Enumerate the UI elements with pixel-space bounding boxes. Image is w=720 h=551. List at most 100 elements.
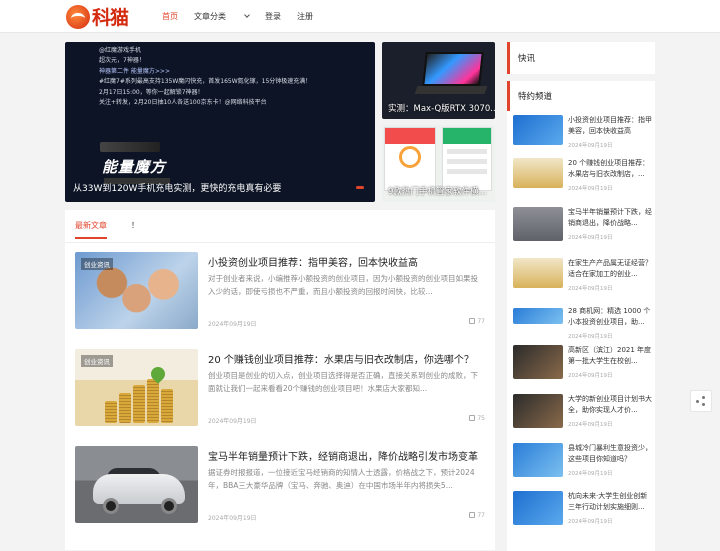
channel-date: 2024年09月19日 [568, 286, 613, 292]
channel-item[interactable]: 宝马半年销量预计下跌，经销商退出，降价战略... 2024年09月19日 [513, 207, 653, 247]
list-tabs: 最新文章 ！ [75, 220, 139, 239]
article-date: 2024年09月19日 [208, 321, 257, 328]
article-title[interactable]: 20 个赚钱创业项目推荐：水果店与旧衣改制店，你选哪个？ [208, 351, 474, 366]
featured-card-apps[interactable]: 9款热门手机管家软件横... [382, 125, 495, 202]
channel-title[interactable]: 宝马半年销量预计下跌，经销商退出，降价战略... [568, 207, 652, 228]
channel-thumbnail[interactable] [513, 491, 563, 525]
list-item[interactable]: 宝马半年销量预计下跌，经销商退出，降价战略引发市场变革 据证券时报报道，一位接近… [75, 446, 485, 524]
phone-screenshot [442, 127, 492, 191]
share-icon [696, 396, 706, 406]
poster-line: 超次元，7神器！ [99, 57, 145, 65]
channel-title[interactable]: 小投资创业项目推荐：指甲美容，回本快收益高 [568, 115, 652, 136]
nav-login[interactable]: 登录 [265, 11, 281, 22]
slider-indicator[interactable] [356, 186, 364, 189]
share-button[interactable] [690, 390, 712, 412]
channel-thumbnail[interactable] [513, 115, 563, 145]
article-thumbnail[interactable]: 创业资讯 [75, 252, 198, 329]
like-value: 77 [477, 318, 485, 325]
tabs-divider [65, 242, 495, 243]
laptop-base-image [414, 86, 488, 94]
list-item[interactable]: 创业资讯 小投资创业项目推荐：指甲美容，回本快收益高 对于创业者来说，小编推荐小… [75, 252, 485, 330]
nav-category[interactable]: 文章分类 [194, 11, 250, 22]
channel-item[interactable]: 县城冷门暴利生意投资少，这些项目你知道吗？ 2024年09月19日 [513, 443, 653, 483]
poster-line: 神器第二件 能量魔方>>> [99, 67, 170, 75]
article-summary: 据证券时报报道，一位接近宝马经销商的知情人士透露，价格战之下，预计2024年，B… [208, 468, 475, 490]
channel-thumbnail[interactable] [513, 158, 563, 188]
article-thumbnail[interactable]: 创业资讯 [75, 349, 198, 426]
featured-card-caption: 9款热门手机管家软件横... [388, 187, 487, 197]
channel-date: 2024年09月19日 [568, 186, 613, 192]
poster-title: 能量魔方 [102, 158, 167, 176]
article-thumbnail[interactable] [75, 446, 198, 523]
featured-card-laptop[interactable]: 实测：Max-Q版RTX 3070... [382, 42, 495, 119]
poster-line: 关注+转发，2月20日抽10人各送100京东卡！@网络科技平台 [99, 99, 267, 107]
channel-item[interactable]: 大学的新创业项目计划书大全，助你实现人才价... 2024年09月19日 [513, 394, 653, 434]
channel-item[interactable]: 高新区（滨江）2021 年度第一批大学生在校创... 2024年09月19日 [513, 345, 653, 385]
channel-title[interactable]: 大学的新创业项目计划书大全，助你实现人才价... [568, 394, 652, 415]
tab-latest[interactable]: 最新文章 [75, 220, 107, 239]
channel-title[interactable]: 县城冷门暴利生意投资少，这些项目你知道吗？ [568, 443, 652, 464]
like-count[interactable]: 75 [469, 415, 485, 422]
logo-text: 科猫 [92, 7, 129, 29]
poster-line: #红魔7#系列最高支持135W魔闪快充，首发165W氮化镓，15分钟极速充满！ [99, 78, 312, 86]
category-badge: 创业资讯 [81, 258, 113, 270]
channel-title[interactable]: 28 商机网：精选 1000 个小本投资创业项目，助... [568, 306, 652, 327]
nav-register[interactable]: 注册 [297, 11, 313, 22]
thumbs-up-icon [469, 318, 476, 324]
laptop-image [422, 52, 484, 86]
like-value: 77 [477, 512, 485, 519]
channel-date: 2024年09月19日 [568, 334, 613, 340]
article-summary: 创业项目是创业的切入点，创业项目选择得是否正确，直接关系到创业的成败，下面就让我… [208, 371, 478, 393]
nav-home[interactable]: 首页 [162, 11, 178, 22]
article-list-panel: 最新文章 ！ 创业资讯 小投资创业项目推荐：指甲美容，回本快收益高 对于创业者来… [65, 210, 495, 550]
channel-item[interactable]: 20 个赚钱创业项目推荐：水果店与旧衣改制店，... 2024年09月19日 [513, 158, 653, 198]
tab-other[interactable]: ！ [131, 220, 139, 239]
channel-thumbnail[interactable] [513, 207, 563, 241]
channel-title[interactable]: 杭向未来·大学生创业创新三年行动计划实施细则... [568, 491, 652, 512]
sidebar-news-title: 快讯 [507, 42, 535, 74]
channel-thumbnail[interactable] [513, 308, 563, 324]
like-count[interactable]: 77 [469, 512, 485, 519]
thumbs-up-icon [469, 512, 476, 518]
nav-category-label: 文章分类 [194, 12, 226, 21]
sidebar-channel-title: 特约频道 [507, 81, 552, 111]
channel-thumbnail[interactable] [513, 394, 563, 428]
sidebar-news-box: 快讯 [507, 42, 655, 74]
list-item[interactable]: 创业资讯 20 个赚钱创业项目推荐：水果店与旧衣改制店，你选哪个？ 创业项目是创… [75, 349, 485, 427]
site-logo[interactable]: 科猫 [66, 4, 136, 29]
channel-item[interactable]: 杭向未来·大学生创业创新三年行动计划实施细则... 2024年09月19日 [513, 491, 653, 531]
channel-date: 2024年09月19日 [568, 373, 613, 379]
like-count[interactable]: 77 [469, 318, 485, 325]
channel-thumbnail[interactable] [513, 345, 563, 379]
article-title[interactable]: 小投资创业项目推荐：指甲美容，回本快收益高 [208, 254, 418, 269]
poster-line: 2月17日15:00，等你一起解锁7神器！ [99, 88, 204, 96]
category-badge: 创业资讯 [81, 355, 113, 367]
thumbs-up-icon [469, 415, 476, 421]
channel-title[interactable]: 在家生产产品属无证经营？适合在家加工的创业... [568, 258, 652, 279]
charger-image [100, 142, 160, 152]
logo-mark-icon [66, 4, 90, 29]
channel-date: 2024年09月19日 [568, 143, 613, 149]
channel-item[interactable]: 在家生产产品属无证经营？适合在家加工的创业... 2024年09月19日 [513, 258, 653, 298]
slider-caption[interactable]: 从33W到120W手机充电实测，更快的充电真有必要 [73, 181, 281, 194]
channel-title[interactable]: 高新区（滨江）2021 年度第一批大学生在校创... [568, 345, 652, 366]
channel-item[interactable]: 28 商机网：精选 1000 个小本投资创业项目，助... 2024年09月19… [513, 306, 653, 346]
chevron-down-icon [244, 12, 250, 18]
channel-date: 2024年09月19日 [568, 519, 613, 525]
channel-item[interactable]: 小投资创业项目推荐：指甲美容，回本快收益高 2024年09月19日 [513, 115, 653, 155]
channel-thumbnail[interactable] [513, 443, 563, 477]
channel-thumbnail[interactable] [513, 258, 563, 288]
channel-date: 2024年09月19日 [568, 235, 613, 241]
article-summary: 对于创业者来说，小编推荐小额投资的创业项目，因为小额投资的创业项目如果投入少的话… [208, 274, 478, 296]
hero-slider[interactable]: @红魔游戏手机 超次元，7神器！ 神器第二件 能量魔方>>> #红魔7#系列最高… [65, 42, 375, 202]
article-date: 2024年09月19日 [208, 418, 257, 425]
main-nav: 首页 文章分类 登录 注册 [162, 0, 329, 33]
poster-line: @红魔游戏手机 [99, 47, 142, 54]
phone-screenshot [384, 127, 436, 191]
featured-card-caption: 实测：Max-Q版RTX 3070... [388, 104, 495, 114]
like-value: 75 [477, 415, 485, 422]
channel-date: 2024年09月19日 [568, 471, 613, 477]
sidebar-channel-box: 特约频道 小投资创业项目推荐：指甲美容，回本快收益高 2024年09月19日 2… [507, 81, 655, 551]
channel-title[interactable]: 20 个赚钱创业项目推荐：水果店与旧衣改制店，... [568, 158, 652, 179]
article-title[interactable]: 宝马半年销量预计下跌，经销商退出，降价战略引发市场变革 [208, 448, 478, 463]
